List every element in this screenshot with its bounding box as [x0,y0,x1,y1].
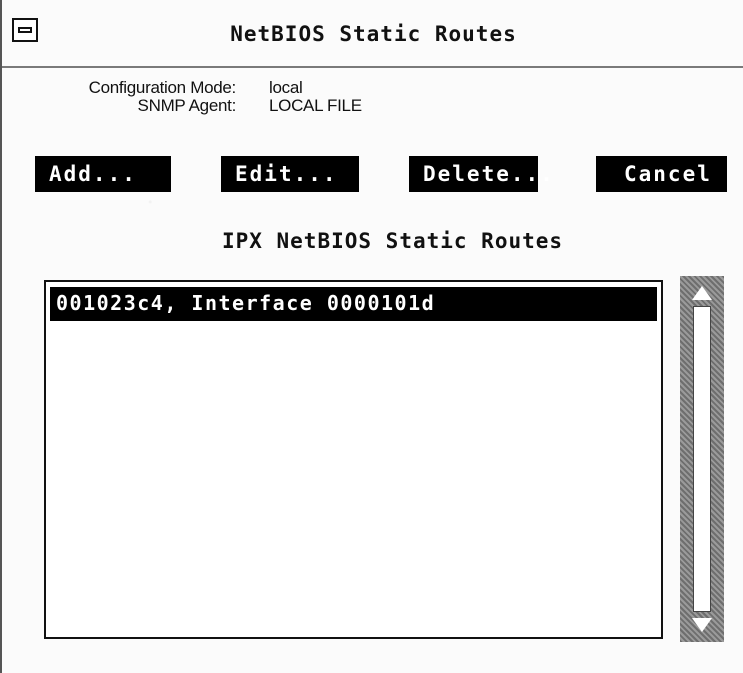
up-arrow-icon[interactable] [692,286,712,300]
snmp-agent-value: LOCAL FILE [269,96,362,115]
add-button[interactable]: Add... [35,156,171,192]
window-title: NetBIOS Static Routes [230,22,517,46]
routes-section-title: IPX NetBIOS Static Routes [221,229,564,253]
cancel-button[interactable]: Cancel [596,156,727,192]
edit-button[interactable]: Edit... [221,156,359,192]
title-bar: NetBIOS Static Routes [2,0,743,68]
netbios-static-routes-window: NetBIOS Static Routes Configuration Mode… [0,0,743,673]
routes-scrollbar[interactable] [680,276,724,642]
delete-button[interactable]: Delete... [409,156,553,192]
config-mode-value: local [269,78,303,97]
snmp-agent-label: SNMP Agent: [137,96,237,115]
scrollbar-thumb[interactable] [693,306,711,612]
config-mode-label: Configuration Mode: [88,78,237,97]
down-arrow-icon[interactable] [692,618,712,632]
route-list-item[interactable]: 001023c4, Interface 0000101d [50,287,657,321]
configuration-info: Configuration Mode: local SNMP Agent: LO… [2,78,402,128]
routes-listbox[interactable]: 001023c4, Interface 0000101d [44,280,663,639]
